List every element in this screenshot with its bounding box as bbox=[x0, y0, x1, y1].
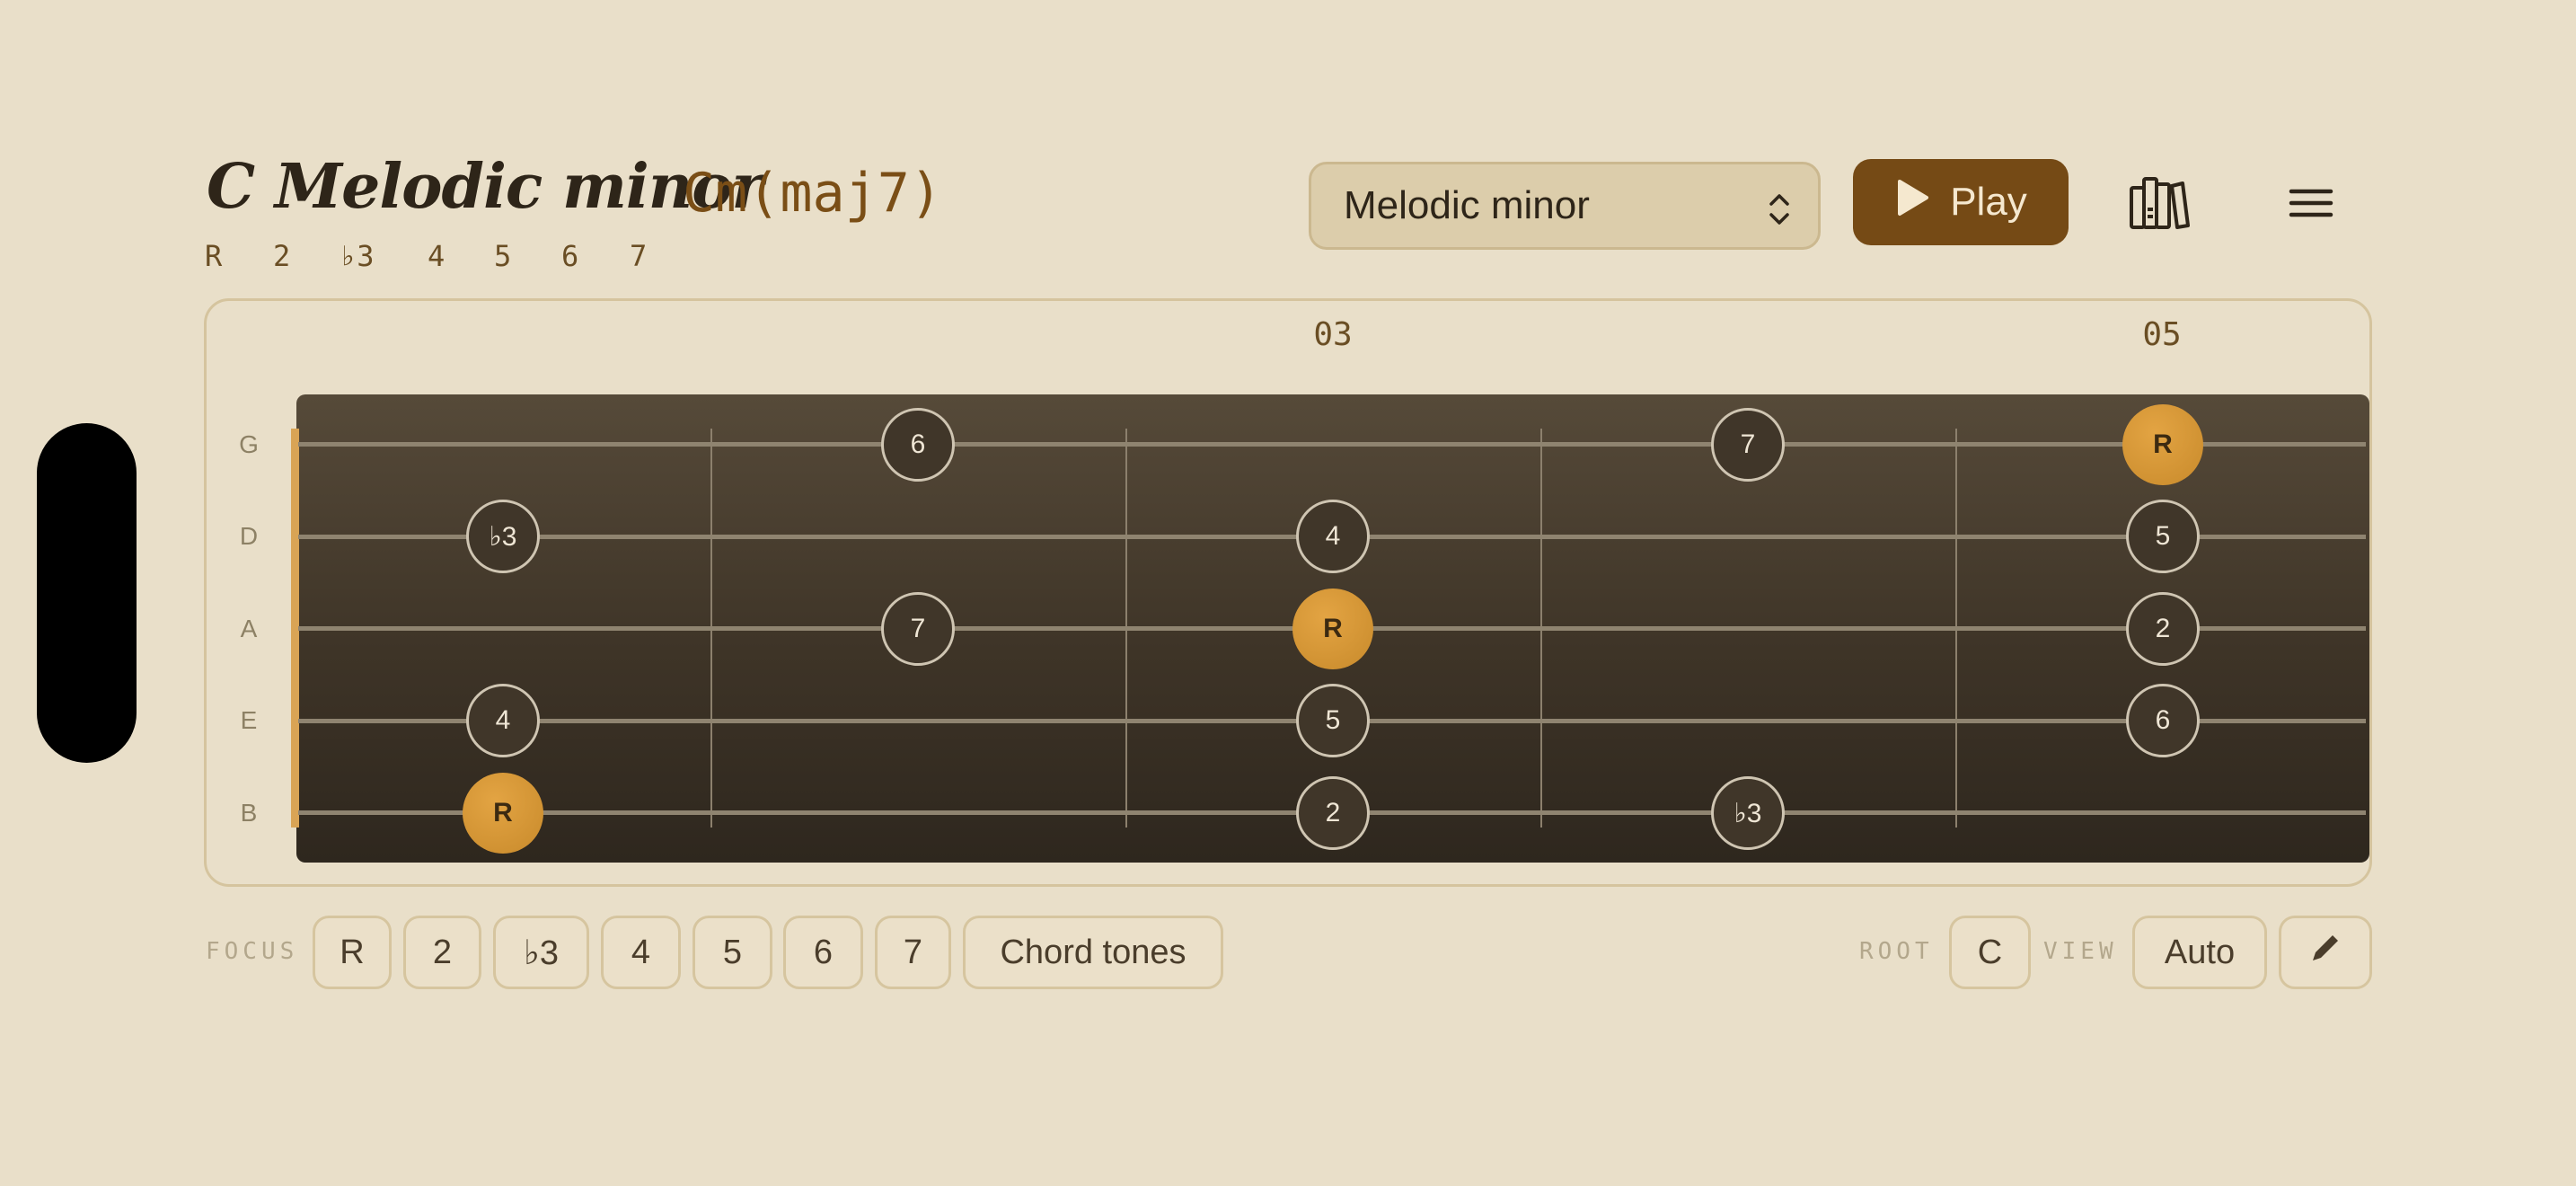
degree-label: 2 bbox=[273, 239, 291, 273]
edit-button[interactable] bbox=[2279, 916, 2372, 989]
fret-marker: 03 bbox=[1313, 316, 1353, 353]
string-label-d: D bbox=[239, 522, 259, 550]
degree-label: 5 bbox=[494, 239, 512, 273]
note-b-root[interactable]: R bbox=[463, 773, 543, 854]
degree-label: ♭3 bbox=[340, 239, 375, 273]
note-a-7[interactable]: 7 bbox=[881, 592, 955, 666]
scale-select-value: Melodic minor bbox=[1344, 183, 1590, 227]
note-e-4[interactable]: 4 bbox=[466, 684, 540, 757]
note-b-b3[interactable]: ♭3 bbox=[1711, 776, 1785, 850]
string-label-a: A bbox=[240, 615, 258, 642]
note-g-7[interactable]: 7 bbox=[1711, 408, 1785, 482]
library-icon[interactable] bbox=[2129, 175, 2190, 231]
focus-chip-5[interactable]: 5 bbox=[693, 916, 772, 989]
focus-chip-2[interactable]: 2 bbox=[403, 916, 481, 989]
note-g-root[interactable]: R bbox=[2122, 404, 2203, 485]
string-label-g: G bbox=[239, 430, 259, 458]
degree-label: 4 bbox=[428, 239, 446, 273]
note-d-4[interactable]: 4 bbox=[1296, 500, 1370, 573]
root-label: ROOT bbox=[1859, 938, 1934, 965]
note-b-2[interactable]: 2 bbox=[1296, 776, 1370, 850]
pencil-icon bbox=[2308, 931, 2342, 974]
note-e-6[interactable]: 6 bbox=[2126, 684, 2200, 757]
note-a-2[interactable]: 2 bbox=[2126, 592, 2200, 666]
chevron-up-down-icon bbox=[1768, 191, 1791, 237]
play-icon bbox=[1894, 178, 1930, 227]
play-button[interactable]: Play bbox=[1853, 159, 2069, 245]
view-select[interactable]: Auto bbox=[2132, 916, 2267, 989]
chord-name: Cm(maj7) bbox=[683, 162, 942, 225]
focus-label: FOCUS bbox=[206, 938, 299, 965]
focus-chip-root[interactable]: R bbox=[313, 916, 392, 989]
note-d-b3[interactable]: ♭3 bbox=[466, 500, 540, 573]
play-label: Play bbox=[1950, 180, 2027, 224]
focus-chip-4[interactable]: 4 bbox=[601, 916, 681, 989]
fret-marker: 05 bbox=[2142, 316, 2182, 353]
string-g bbox=[298, 442, 2366, 447]
focus-chip-b3[interactable]: ♭3 bbox=[493, 916, 589, 989]
note-g-6[interactable]: 6 bbox=[881, 408, 955, 482]
string-label-e: E bbox=[240, 706, 258, 734]
degree-label: 6 bbox=[561, 239, 579, 273]
degree-label: 7 bbox=[630, 239, 648, 273]
note-e-5[interactable]: 5 bbox=[1296, 684, 1370, 757]
view-label: VIEW bbox=[2043, 938, 2118, 965]
note-d-5[interactable]: 5 bbox=[2126, 500, 2200, 573]
page-title: C Melodic minor bbox=[207, 151, 763, 223]
degree-label: R bbox=[205, 239, 223, 273]
root-select[interactable]: C bbox=[1949, 916, 2031, 989]
device-notch bbox=[37, 423, 137, 763]
chord-tones-button[interactable]: Chord tones bbox=[963, 916, 1223, 989]
scale-select[interactable]: Melodic minor bbox=[1309, 162, 1821, 250]
focus-chip-6[interactable]: 6 bbox=[783, 916, 863, 989]
note-a-root[interactable]: R bbox=[1292, 589, 1373, 669]
focus-chip-7[interactable]: 7 bbox=[875, 916, 951, 989]
string-label-b: B bbox=[240, 799, 258, 827]
menu-icon[interactable] bbox=[2286, 184, 2336, 222]
